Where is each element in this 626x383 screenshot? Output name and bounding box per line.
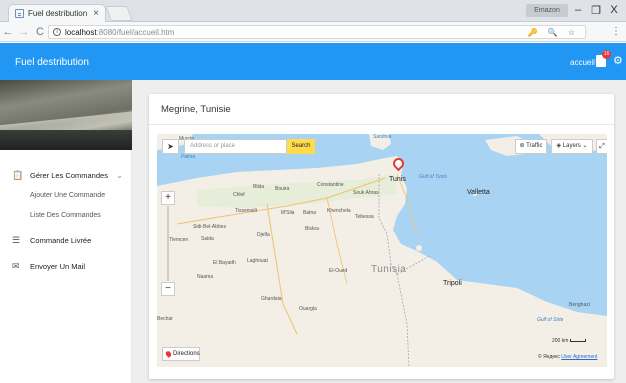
- page-favicon-icon: [15, 9, 24, 18]
- sidebar-item-envoyer-mail[interactable]: ✉ Envoyer Un Mail: [0, 255, 131, 277]
- clipboard-icon: 📋: [12, 169, 24, 180]
- map-label: Tebessa: [355, 214, 374, 220]
- map-search-input[interactable]: Address or place: [184, 139, 287, 154]
- directions-button[interactable]: Directions: [162, 347, 200, 361]
- map-scale: 200 km: [552, 338, 587, 344]
- sidebar-item-commande-livree[interactable]: ☰ Commande Livrée: [0, 229, 131, 251]
- zoom-in-button[interactable]: +: [161, 191, 175, 205]
- browser-toolbar: ← → C i localhost:8080/fuel/accueil.htm …: [0, 22, 626, 42]
- omnibox-actions-icon[interactable]: 🔑 🔍 ☆: [527, 26, 579, 40]
- map-label: Saida: [201, 236, 214, 242]
- map-label: El-Oued: [329, 268, 348, 274]
- map-label: Batna: [303, 210, 317, 216]
- map-label-valletta: Valletta: [467, 189, 490, 196]
- map-label: Palma: [181, 154, 196, 160]
- copyright-text: © Яндекс: [538, 354, 560, 360]
- sidebar-nav: 📋 Gérer Les Commandes ⌄ Ajouter Une Comm…: [0, 150, 131, 277]
- map-search-button[interactable]: Search: [287, 139, 315, 154]
- map-label: Blida: [253, 184, 265, 190]
- main-content: Megrine, Tunisie Palma Sardinia Gulf of …: [132, 80, 626, 383]
- map-label: Sidi-Bel-Abbes: [193, 224, 227, 230]
- app-title: Fuel destribution: [15, 57, 89, 68]
- gear-icon[interactable]: ⚙: [613, 56, 623, 67]
- sidebar-item-gerer-commandes[interactable]: 📋 Gérer Les Commandes ⌄: [0, 164, 131, 186]
- map-label: Souk Ahras: [353, 190, 379, 196]
- window-user-badge[interactable]: Emazon: [526, 4, 568, 17]
- map-label-tunis: Tunis: [389, 176, 406, 183]
- back-arrow-icon[interactable]: ←: [0, 26, 16, 38]
- map-label: M'Sila: [281, 210, 295, 216]
- map-label: Tissemsilt: [235, 208, 258, 214]
- sidebar-item-label: Gérer Les Commandes: [30, 170, 108, 180]
- map-label: Naama: [197, 274, 214, 280]
- scale-bar: [570, 339, 587, 343]
- map-label: Djelfa: [257, 232, 270, 238]
- chevron-down-icon[interactable]: ⌄: [116, 171, 123, 180]
- minimize-icon[interactable]: –: [570, 4, 586, 16]
- window-close-icon[interactable]: X: [606, 4, 622, 16]
- map-label: Benghazi: [569, 302, 590, 308]
- fullscreen-icon[interactable]: ⤢: [596, 139, 607, 154]
- tab-title: Fuel destribution: [28, 9, 88, 18]
- map-label: Bechar: [157, 316, 173, 322]
- tab-close-icon[interactable]: ×: [93, 8, 99, 19]
- address-bar[interactable]: i localhost:8080/fuel/accueil.htm 🔑 🔍 ☆: [48, 25, 586, 39]
- maximize-icon[interactable]: ❐: [588, 4, 604, 17]
- map-label: Gulf of Sirte: [537, 317, 564, 323]
- layers-button[interactable]: ◈ Layers ⌄: [551, 139, 593, 154]
- sidebar-subitem-ajouter-commande[interactable]: Ajouter Une Commande: [0, 186, 131, 206]
- accueil-link[interactable]: accueil: [570, 58, 595, 67]
- user-agreement-link[interactable]: User Agreement: [561, 354, 597, 360]
- reload-icon[interactable]: C: [32, 26, 48, 38]
- map-label: Laghouat: [247, 258, 268, 264]
- zoom-slider[interactable]: [167, 206, 169, 281]
- traffic-button[interactable]: ⊛ Traffic: [515, 139, 547, 154]
- map-label: Tlemcen: [169, 237, 189, 243]
- directions-label: Directions: [173, 351, 200, 357]
- browser-tab-strip: Fuel destribution × Emazon – ❐ X: [0, 0, 626, 22]
- map-label: Gulf of Tunis: [419, 174, 447, 180]
- pin-icon: [164, 350, 173, 358]
- browser-tab[interactable]: Fuel destribution ×: [8, 4, 106, 22]
- map-label: Sardinia: [373, 134, 392, 140]
- map-country-label: Tunisia: [371, 264, 407, 275]
- map-label: Khenchela: [327, 208, 351, 214]
- forward-arrow-icon[interactable]: →: [16, 26, 32, 38]
- map-label: Chlef: [233, 192, 245, 198]
- map-view[interactable]: Murcia Palma Sardinia Gulf of Tunis Tuni…: [157, 134, 607, 367]
- notification-badge: 16: [602, 50, 611, 59]
- url-path: :8080/fuel/accueil.htm: [96, 27, 175, 37]
- sidebar-cover-image: [0, 80, 132, 150]
- browser-menu-icon[interactable]: ⋮: [611, 26, 621, 37]
- mail-icon: ✉: [12, 260, 20, 271]
- map-label: Constantine: [317, 182, 344, 188]
- map-label-tripoli: Tripoli: [443, 280, 462, 287]
- zoom-out-button[interactable]: −: [161, 282, 175, 296]
- sidebar-subitem-liste-commandes[interactable]: Liste Des Commandes: [0, 206, 131, 226]
- app-header: Fuel destribution accueil 16 ⚙: [0, 43, 626, 80]
- locate-icon[interactable]: ➤: [162, 139, 179, 154]
- new-tab-button[interactable]: [105, 6, 133, 21]
- map-label: Biskra: [305, 226, 319, 232]
- page-title: Megrine, Tunisie: [161, 104, 231, 115]
- divider: [149, 124, 614, 125]
- map-label: El Bayadh: [213, 260, 236, 266]
- sidebar-item-label: Envoyer Un Mail: [30, 261, 86, 271]
- site-info-icon[interactable]: i: [53, 28, 61, 36]
- url-host: localhost: [65, 27, 97, 37]
- notification-icon[interactable]: 16: [596, 50, 611, 67]
- sidebar-item-label: Commande Livrée: [30, 235, 92, 245]
- map-label: Ouargla: [299, 306, 317, 312]
- map-label: Ghardaia: [261, 296, 282, 302]
- list-icon: ☰: [12, 234, 21, 245]
- map-copyright: © Яндекс User Agreement: [538, 354, 597, 360]
- map-label: Bouira: [275, 186, 290, 192]
- scale-label: 200 km: [552, 338, 569, 344]
- map-land-svg: [157, 134, 607, 367]
- map-card: Megrine, Tunisie Palma Sardinia Gulf of …: [149, 94, 614, 379]
- sidebar: 📋 Gérer Les Commandes ⌄ Ajouter Une Comm…: [0, 80, 132, 383]
